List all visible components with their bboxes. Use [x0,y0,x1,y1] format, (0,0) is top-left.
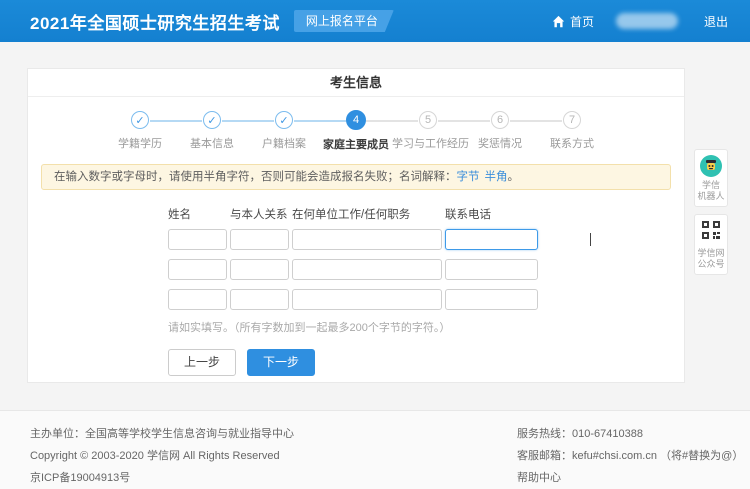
qrcode-widget[interactable]: 学信网 公众号 [694,214,728,275]
page-footer: 主办单位：全国高等学校学生信息咨询与就业指导中心 Copyright © 200… [0,410,750,489]
family-member-form: 姓名 与本人关系 在何单位工作/任何职务 联系电话 请如实填写。（所有字数加到一… [168,206,684,335]
step-label: 联系方式 [536,135,608,151]
step-label: 基本信息 [176,135,248,151]
footer-host: 主办单位：全国高等学校学生信息咨询与就业指导中心 [30,423,294,445]
name-input-1[interactable] [168,229,227,250]
col-phone: 联系电话 [445,206,540,222]
relation-input-2[interactable] [230,259,289,280]
step-study-work[interactable]: 5 学习与工作经历 [392,111,464,152]
next-step-button[interactable]: 下一步 [247,349,315,376]
halfwidth-link[interactable]: 半角 [485,171,508,183]
step-label: 学籍学历 [104,135,176,151]
step-label: 奖惩情况 [464,135,536,151]
halfwidth-notice: 在输入数字或字母时，请使用半角字符，否则可能会造成报名失败；名词解释：字节半角。 [41,164,671,190]
step-label: 家庭主要成员 [320,136,392,152]
phone-input-1[interactable] [445,229,538,250]
step-rewards[interactable]: 6 奖惩情况 [464,111,536,152]
logout-link[interactable]: 退出 [704,13,728,30]
notice-suffix: 。 [508,171,520,183]
prev-step-button[interactable]: 上一步 [168,349,236,376]
phone-input-3[interactable] [445,289,538,310]
username-redacted [616,13,678,29]
home-icon [552,15,565,28]
step-connector [150,120,202,122]
home-label: 首页 [570,13,594,30]
workplace-input-1[interactable] [292,229,442,250]
relation-input-3[interactable] [230,289,289,310]
step-label: 户籍档案 [248,135,320,151]
platform-badge: 网上报名平台 [294,10,394,32]
byte-link[interactable]: 字节 [457,171,480,183]
step-connector [222,120,274,122]
notice-text: 在输入数字或字母时，请使用半角字符，否则可能会造成报名失败；名词解释： [54,171,457,183]
footer-left: 主办单位：全国高等学校学生信息咨询与就业指导中心 Copyright © 200… [30,423,294,489]
form-column-headers: 姓名 与本人关系 在何单位工作/任何职务 联系电话 [168,206,684,222]
name-input-2[interactable] [168,259,227,280]
relation-input-1[interactable] [230,229,289,250]
app-header: 2021年全国硕士研究生招生考试 网上报名平台 首页 退出 [0,0,750,42]
form-note: 请如实填写。（所有字数加到一起最多200个字节的字符。） [168,319,684,335]
help-center-link[interactable]: 帮助中心 [517,467,743,489]
step-huji-dangan[interactable]: ✓ 户籍档案 [248,111,320,152]
app-title: 2021年全国硕士研究生招生考试 [30,9,280,34]
footer-hotline: 服务热线：010-67410388 [517,423,743,445]
step-number: 6 [491,111,509,129]
text-caret [590,233,591,246]
step-basic-info[interactable]: ✓ 基本信息 [176,111,248,152]
footer-icp: 京ICP备19004913号 [30,467,294,489]
col-workplace: 在何单位工作/任何职务 [292,206,445,222]
check-icon: ✓ [275,111,293,129]
panel-title: 考生信息 [28,69,684,97]
chatbot-label-line2: 机器人 [697,191,725,202]
home-link[interactable]: 首页 [552,13,594,30]
step-family-members[interactable]: 4 家庭主要成员 [320,111,392,152]
step-xueji-xueli[interactable]: ✓ 学籍学历 [104,111,176,152]
workplace-input-3[interactable] [292,289,442,310]
qrcode-label-line1: 学信网 [697,248,725,259]
step-wizard: ✓ 学籍学历 ✓ 基本信息 ✓ 户籍档案 4 家庭主要成员 5 学习与工作经历 … [28,111,684,152]
step-connector [294,120,346,122]
robot-icon [700,155,722,177]
step-label: 学习与工作经历 [392,135,464,151]
header-nav: 首页 退出 [552,13,728,30]
col-name: 姓名 [168,206,230,222]
step-number: 4 [346,110,366,130]
float-widget-bar: 学信 机器人 学信网 公众号 [694,149,728,282]
step-connector [366,120,418,122]
phone-input-2[interactable] [445,259,538,280]
chatbot-label-line1: 学信 [697,180,725,191]
footer-email: 客服邮箱：kefu#chsi.com.cn （将#替换为@） [517,445,743,467]
step-connector [438,120,490,122]
step-number: 5 [419,111,437,129]
col-relation: 与本人关系 [230,206,292,222]
qrcode-label-line2: 公众号 [697,259,725,270]
name-input-3[interactable] [168,289,227,310]
check-icon: ✓ [131,111,149,129]
member-row-3 [168,289,684,310]
step-contact[interactable]: 7 联系方式 [536,111,608,152]
candidate-info-panel: 考生信息 ✓ 学籍学历 ✓ 基本信息 ✓ 户籍档案 4 家庭主要成员 5 学习与… [27,68,685,383]
chatbot-widget[interactable]: 学信 机器人 [694,149,728,207]
step-connector [510,120,562,122]
workplace-input-2[interactable] [292,259,442,280]
wizard-buttons: 上一步 下一步 [168,349,684,376]
check-icon: ✓ [203,111,221,129]
member-row-1 [168,229,684,250]
member-row-2 [168,259,684,280]
step-number: 7 [563,111,581,129]
footer-right: 服务热线：010-67410388 客服邮箱：kefu#chsi.com.cn … [517,423,743,489]
footer-copyright: Copyright © 2003-2020 学信网 All Rights Res… [30,445,294,467]
qrcode-icon [701,220,721,240]
